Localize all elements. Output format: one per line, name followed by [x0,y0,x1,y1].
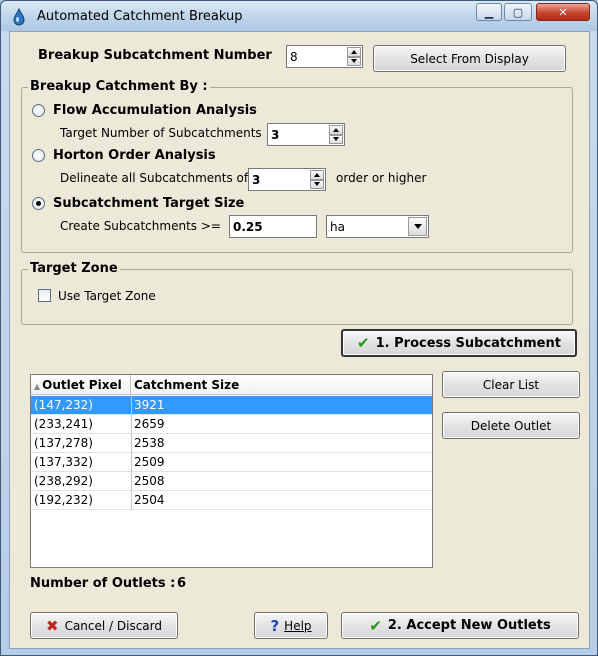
window-title: Automated Catchment Breakup [37,9,243,24]
horton-order-stepper[interactable] [248,168,326,191]
maximize-button[interactable]: ▢ [504,3,532,21]
catchment-size-cell: 2659 [134,417,165,431]
outlet-pixel-cell: (137,332) [34,455,93,469]
column-divider [131,453,132,472]
chevron-up-icon [314,172,320,177]
column-catchment-size[interactable]: Catchment Size [131,375,432,395]
help-button[interactable]: ? Help [254,612,328,639]
outlet-count-value: 6 [177,576,187,591]
target-zone-title: Target Zone [28,261,120,276]
spin-down-button[interactable] [310,179,324,189]
title-bar[interactable]: Automated Catchment Breakup ▁ ▢ ✕ [1,1,597,31]
delineate-label: Delineate all Subcatchments of [60,171,249,185]
close-button[interactable]: ✕ [536,3,590,21]
target-size-label: Subcatchment Target Size [53,196,245,211]
unit-select[interactable]: ha [326,215,429,238]
unit-value: ha [330,220,345,234]
process-button-label: 1. Process Subcatchment [375,335,561,351]
column-divider [131,491,132,510]
table-row[interactable]: (233,241) 2659 [31,415,432,434]
use-target-zone-checkbox[interactable] [38,289,51,302]
close-icon: ✕ [558,5,568,19]
column-divider [131,396,132,415]
cancel-discard-button[interactable]: ✖ Cancel / Discard [30,612,178,639]
target-number-input[interactable] [268,124,328,145]
outlet-pixel-cell: (147,232) [34,398,93,412]
chevron-down-icon [413,224,422,229]
breakup-method-title: Breakup Catchment By : [28,79,210,94]
breakup-number-stepper[interactable] [286,45,363,68]
horton-order-radio[interactable] [32,149,45,162]
table-row[interactable]: (137,332) 2509 [31,453,432,472]
dropdown-button[interactable] [408,217,427,236]
chevron-down-icon [314,182,320,187]
dialog-window: Automated Catchment Breakup ▁ ▢ ✕ Breaku… [0,0,598,656]
create-subcatchments-label: Create Subcatchments >= [60,219,221,233]
question-mark-icon: ? [270,616,280,635]
target-number-label: Target Number of Subcatchments [60,126,262,140]
horton-order-input[interactable] [249,169,309,190]
horton-order-label: Horton Order Analysis [53,148,216,163]
clear-list-button[interactable]: Clear List [442,371,580,398]
chevron-down-icon [351,59,357,64]
column-divider [131,434,132,453]
select-from-display-button[interactable]: Select From Display [373,45,566,72]
spin-down-button[interactable] [347,56,361,66]
accept-button-label: 2. Accept New Outlets [387,618,551,633]
catchment-size-cell: 3921 [134,398,165,412]
column-divider [131,472,132,491]
breakup-method-group: Breakup Catchment By : Flow Accumulation… [21,79,573,253]
outlet-pixel-cell: (233,241) [34,417,93,431]
minimize-icon: ▁ [484,5,494,19]
cancel-button-label: Cancel / Discard [64,618,163,633]
catchment-size-cell: 2504 [134,493,165,507]
table-row[interactable]: (147,232) 3921 [31,396,432,415]
column-outlet-pixel-label: Outlet Pixel [42,378,122,392]
catchment-size-cell: 2509 [134,455,165,469]
chevron-up-icon [333,127,339,132]
process-subcatchment-button[interactable]: ✔ 1. Process Subcatchment [341,329,577,357]
table-row[interactable]: (192,232) 2504 [31,491,432,510]
outlet-pixel-cell: (238,292) [34,474,93,488]
red-x-icon: ✖ [45,616,59,635]
column-outlet-pixel[interactable]: ▲ Outlet Pixel [31,375,131,395]
spin-down-button[interactable] [329,134,343,144]
catchment-size-cell: 2508 [134,474,165,488]
catchment-size-cell: 2538 [134,436,165,450]
spin-up-button[interactable] [310,170,324,180]
chevron-up-icon [351,49,357,54]
target-size-input[interactable]: 0.25 [229,215,317,238]
target-size-radio[interactable] [32,197,45,210]
spin-up-button[interactable] [329,125,343,135]
flow-accumulation-label: Flow Accumulation Analysis [53,103,257,118]
list-header: ▲ Outlet Pixel Catchment Size [31,375,432,395]
breakup-number-input[interactable] [287,46,347,67]
table-row[interactable]: (238,292) 2508 [31,472,432,491]
order-suffix-label: order or higher [336,171,427,185]
help-button-label: Help [284,618,312,633]
chevron-down-icon [333,137,339,142]
dialog-body: Breakup Subcatchment Number Select From … [9,31,590,649]
green-check-icon: ✔ [369,616,382,635]
green-check-icon: ✔ [357,334,370,352]
delete-outlet-button[interactable]: Delete Outlet [442,412,580,439]
spin-up-button[interactable] [347,47,361,57]
target-zone-group: Target Zone Use Target Zone [21,261,573,325]
column-divider [131,415,132,434]
accept-new-outlets-button[interactable]: ✔ 2. Accept New Outlets [341,612,579,639]
outlet-pixel-cell: (137,278) [34,436,93,450]
water-drop-icon [13,8,25,26]
minimize-button[interactable]: ▁ [476,3,502,21]
target-number-stepper[interactable] [267,123,345,146]
outlet-list[interactable]: ▲ Outlet Pixel Catchment Size (147,232) 39… [30,374,433,568]
table-row[interactable]: (137,278) 2538 [31,434,432,453]
sort-arrow-icon: ▲ [34,382,41,391]
use-target-zone-label: Use Target Zone [58,289,156,303]
maximize-icon: ▢ [512,5,524,19]
outlet-count-label: Number of Outlets : [30,576,176,591]
outlet-pixel-cell: (192,232) [34,493,93,507]
breakup-number-label: Breakup Subcatchment Number [38,48,272,63]
flow-accumulation-radio[interactable] [32,104,45,117]
